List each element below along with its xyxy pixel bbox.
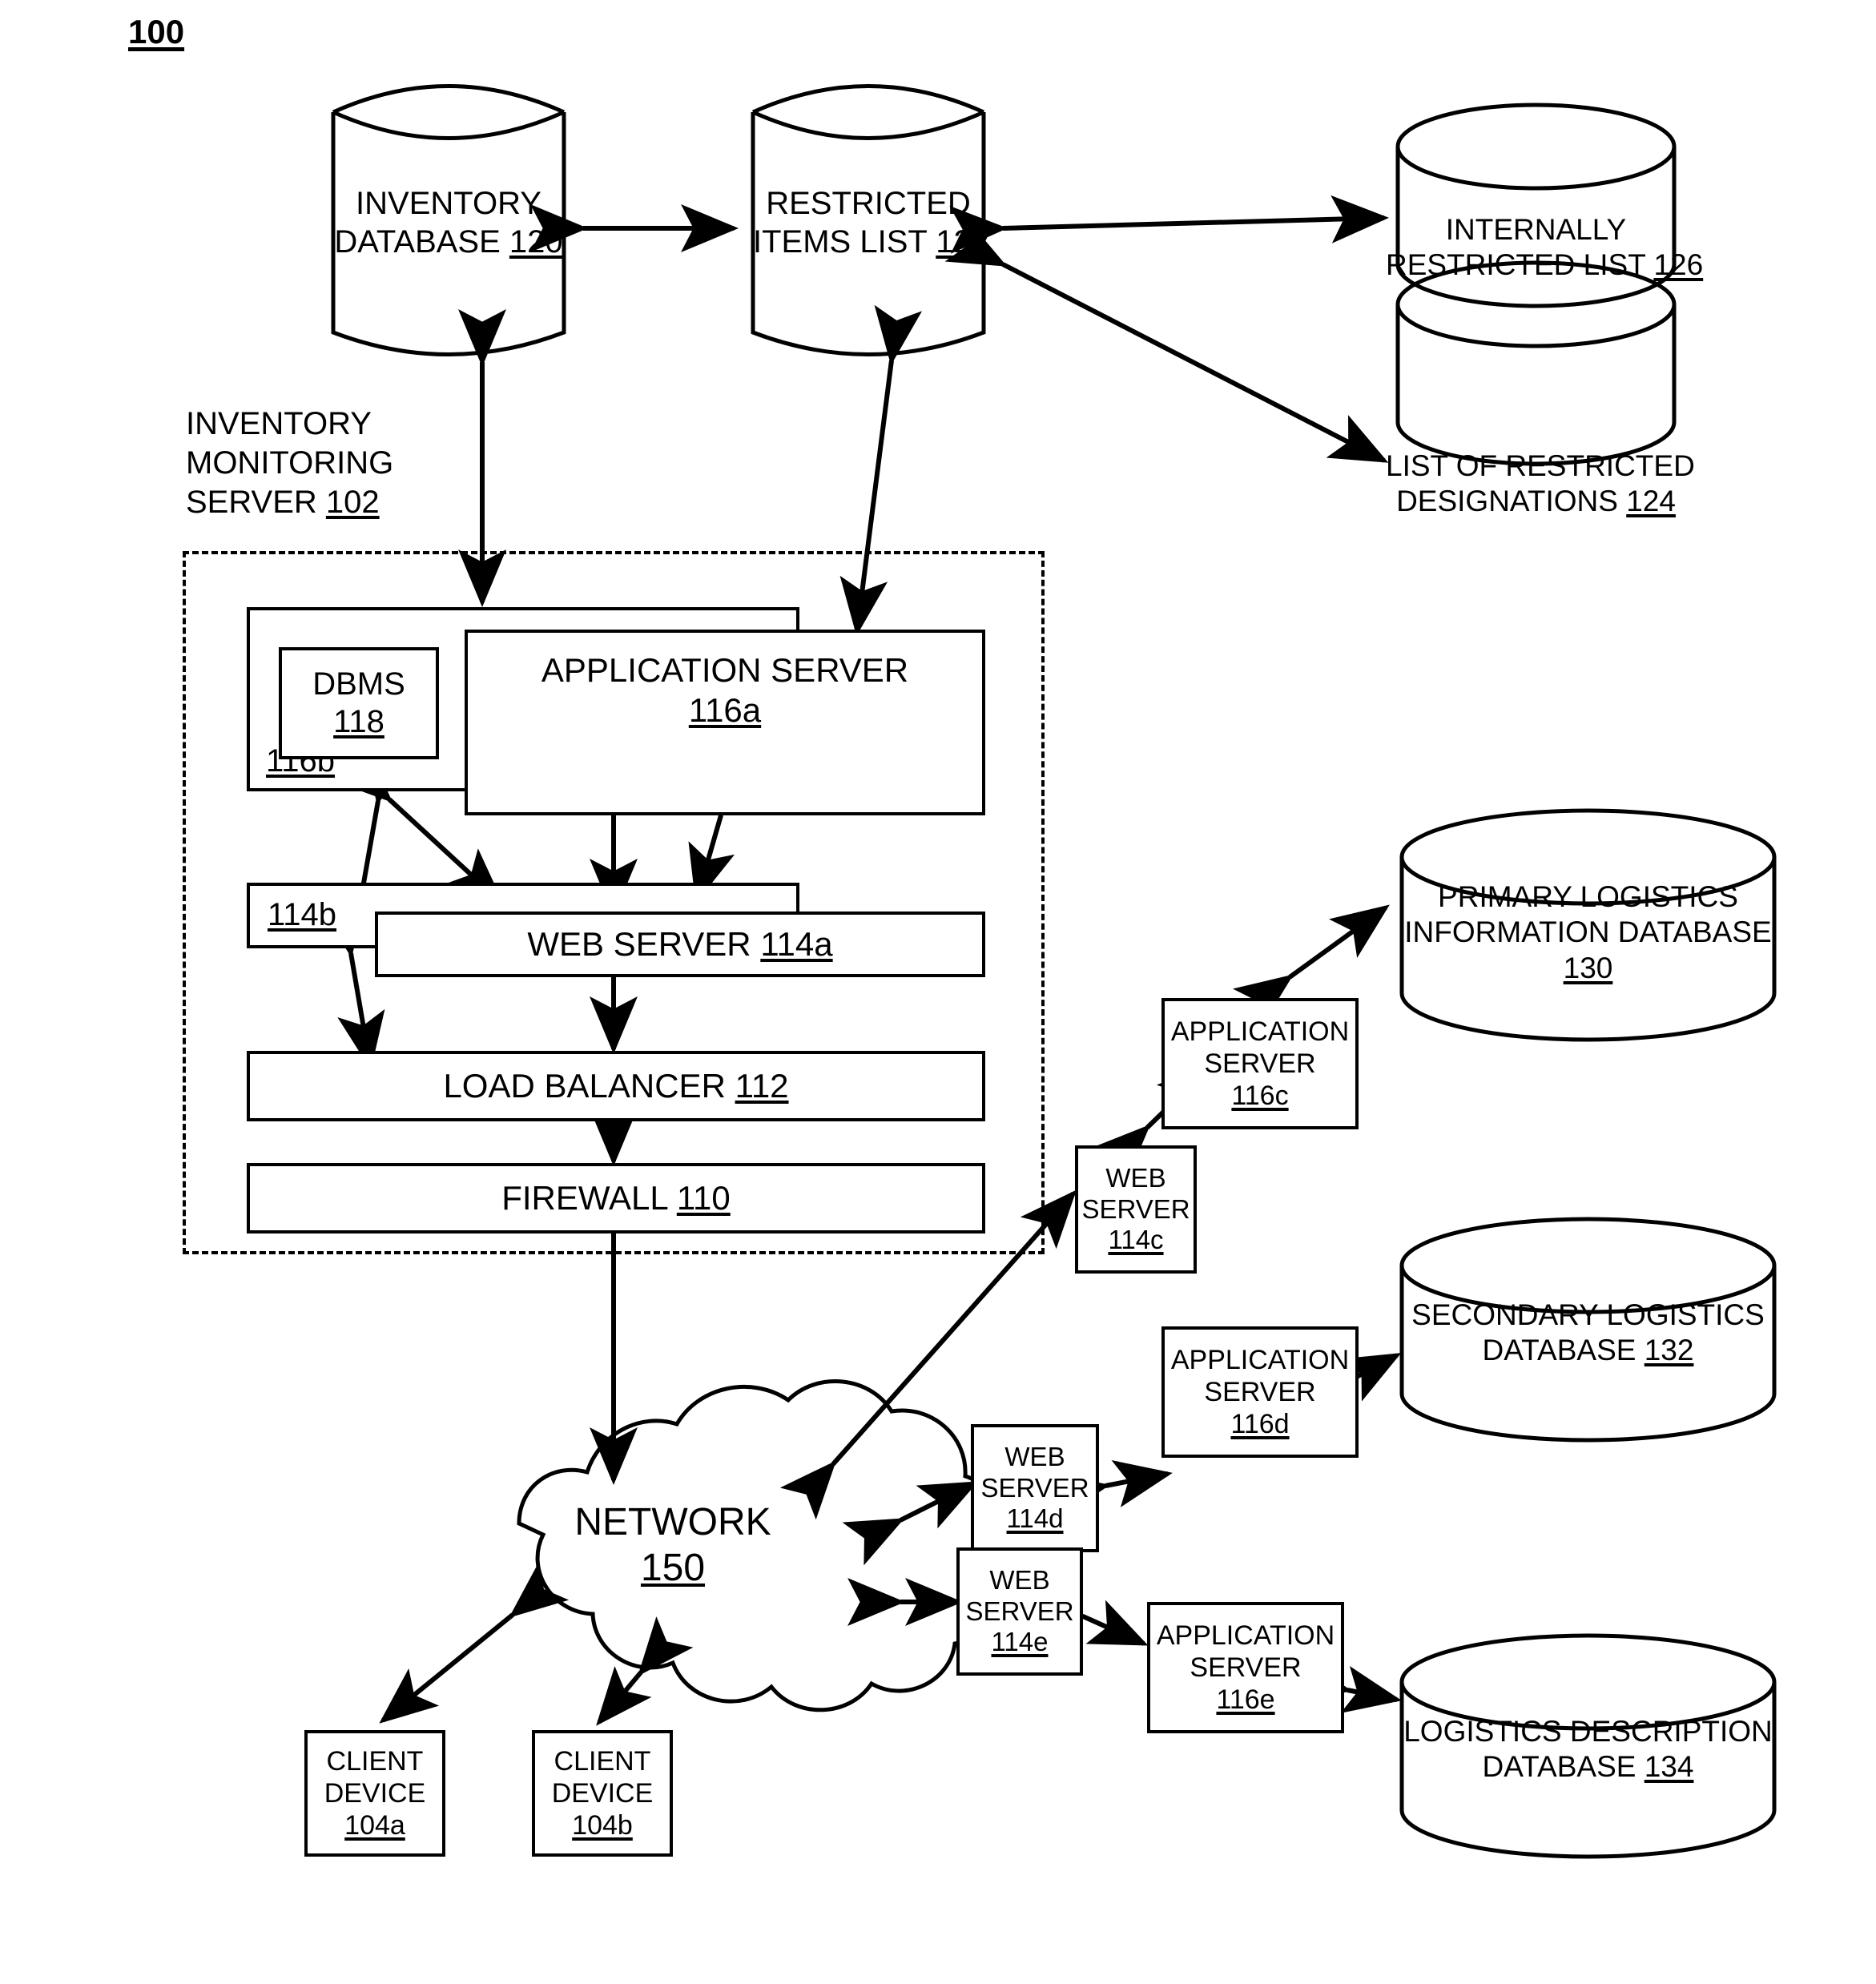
inventory-database-line1: INVENTORY: [356, 186, 541, 221]
application-server-116c-ref: 116c: [1231, 1081, 1289, 1112]
network-label: NETWORK: [574, 1501, 771, 1544]
firewall-110[interactable]: FIREWALL 110: [247, 1163, 985, 1233]
restricted-items-line1: RESTRICTED: [766, 186, 971, 221]
network-ref: 150: [640, 1547, 706, 1589]
web-server-114a-label: WEB SERVER 114a: [527, 925, 833, 964]
arrow-network-104b: [596, 1616, 694, 1726]
web-server-114c-ref: 114c: [1108, 1225, 1164, 1255]
application-server-116d[interactable]: APPLICATION SERVER 116d: [1161, 1326, 1359, 1458]
secondary-logistics-line2: DATABASE 132: [1482, 1334, 1694, 1367]
primary-logistics-db-label: PRIMARY LOGISTICS INFORMATION DATABASE 1…: [1394, 879, 1782, 986]
arrow-network-114d: [842, 1481, 979, 1566]
arrow-network-104a: [379, 1563, 570, 1724]
application-server-116e[interactable]: APPLICATION SERVER 116e: [1147, 1602, 1344, 1733]
logistics-description-db-label: LOGISTICS DESCRIPTION DATABASE 134: [1394, 1714, 1782, 1785]
arrow-116d-132: [1294, 1353, 1402, 1426]
application-server-116e-ref: 116e: [1216, 1684, 1275, 1716]
logistics-description-line2: DATABASE 134: [1482, 1750, 1694, 1784]
application-server-116e-line1: APPLICATION: [1156, 1620, 1335, 1651]
web-server-114c[interactable]: WEB SERVER 114c: [1075, 1145, 1197, 1274]
logistics-description-line1: LOGISTICS DESCRIPTION: [1403, 1715, 1773, 1748]
restricted-items-line2: ITEMS LIST 122: [753, 224, 989, 260]
application-server-116c[interactable]: APPLICATION SERVER 116c: [1161, 998, 1359, 1129]
client-device-104b[interactable]: CLIENT DEVICE 104b: [532, 1730, 673, 1857]
load-balancer-112[interactable]: LOAD BALANCER 112: [247, 1051, 985, 1121]
application-server-116e-line2: SERVER: [1190, 1652, 1302, 1683]
web-server-114c-line2: SERVER: [1081, 1193, 1190, 1224]
arrow-122-124: [944, 219, 1389, 463]
web-server-114e-line1: WEB: [989, 1564, 1050, 1595]
application-server-116c-line1: APPLICATION: [1170, 1016, 1350, 1047]
client-device-104a-ref: 104a: [344, 1810, 405, 1841]
cylinder-list-of-restricted-designations: [1395, 260, 1677, 466]
dbms-118[interactable]: DBMS 118: [279, 647, 439, 759]
inventory-database-label: INVENTORY DATABASE 120: [333, 184, 564, 261]
patent-figure-canvas: 100 INVENTORY DATABASE 120 RESTRICTED IT…: [0, 0, 1876, 1984]
web-server-114c-line1: WEB: [1105, 1162, 1166, 1193]
figure-number: 100: [128, 13, 185, 50]
web-server-114e-ref: 114e: [991, 1627, 1049, 1657]
web-server-114d-line2: SERVER: [980, 1472, 1089, 1503]
load-balancer-label: LOAD BALANCER 112: [443, 1067, 789, 1105]
client-device-104a[interactable]: CLIENT DEVICE 104a: [304, 1730, 445, 1857]
network-150: NETWORK 150: [561, 1498, 785, 1594]
restricted-designations-line1: LIST OF RESTRICTED: [1386, 449, 1695, 482]
application-server-116d-line1: APPLICATION: [1170, 1344, 1350, 1375]
primary-logistics-ref: 130: [1563, 951, 1613, 984]
firewall-label: FIREWALL 110: [501, 1179, 731, 1217]
web-server-114e-line2: SERVER: [965, 1596, 1074, 1626]
dbms-ref: 118: [333, 704, 384, 739]
internally-restricted-list-label: INTERNALLY RESTRICTED LIST 126: [1386, 212, 1704, 284]
internally-restricted-line2: RESTRICTED LIST 126: [1386, 248, 1704, 282]
dbms-label: DBMS: [312, 666, 405, 702]
client-device-104b-line2: DEVICE: [551, 1777, 654, 1809]
inventory-database-line2: DATABASE 120: [334, 224, 563, 260]
application-server-116a-label: APPLICATION SERVER: [541, 651, 909, 689]
application-server-116a-ref: 116a: [688, 690, 762, 729]
secondary-logistics-db-label: SECONDARY LOGISTICS DATABASE 132: [1394, 1298, 1782, 1369]
restricted-designations-label: LIST OF RESTRICTED DESIGNATIONS 124: [1386, 449, 1695, 520]
client-device-104b-line1: CLIENT: [554, 1745, 651, 1777]
web-server-114b-ref: 114b: [268, 897, 337, 933]
inventory-monitoring-server-caption: INVENTORY MONITORING SERVER 102: [186, 406, 394, 520]
arrow-114e-116e: [1025, 1572, 1149, 1646]
client-device-104a-line1: CLIENT: [326, 1745, 424, 1777]
application-server-116d-line2: SERVER: [1204, 1376, 1316, 1407]
restricted-items-list-label: RESTRICTED ITEMS LIST 122: [753, 184, 989, 261]
restricted-designations-line2: DESIGNATIONS 124: [1396, 485, 1676, 518]
web-server-114d[interactable]: WEB SERVER 114d: [971, 1424, 1099, 1552]
web-server-114a[interactable]: WEB SERVER 114a: [375, 912, 985, 977]
internally-restricted-line1: INTERNALLY: [1445, 213, 1627, 246]
client-device-104a-line2: DEVICE: [324, 1777, 426, 1809]
secondary-logistics-line1: SECONDARY LOGISTICS: [1411, 1298, 1765, 1331]
arrow-114d-116d: [1049, 1460, 1173, 1519]
arrow-116e-134: [1290, 1656, 1402, 1713]
client-device-104b-ref: 104b: [572, 1810, 633, 1841]
web-server-114e[interactable]: WEB SERVER 114e: [956, 1547, 1083, 1676]
arrow-116c-130: [1232, 904, 1390, 1028]
web-server-114d-line1: WEB: [1004, 1441, 1065, 1471]
application-server-116a[interactable]: APPLICATION SERVER 116a: [465, 630, 985, 815]
web-server-114d-ref: 114d: [1006, 1503, 1064, 1534]
application-server-116d-ref: 116d: [1230, 1409, 1290, 1440]
application-server-116c-line2: SERVER: [1204, 1048, 1316, 1079]
arrow-122-126: [949, 195, 1389, 254]
primary-logistics-line1: PRIMARY LOGISTICS: [1438, 880, 1738, 913]
primary-logistics-line2: INFORMATION DATABASE: [1404, 916, 1772, 949]
